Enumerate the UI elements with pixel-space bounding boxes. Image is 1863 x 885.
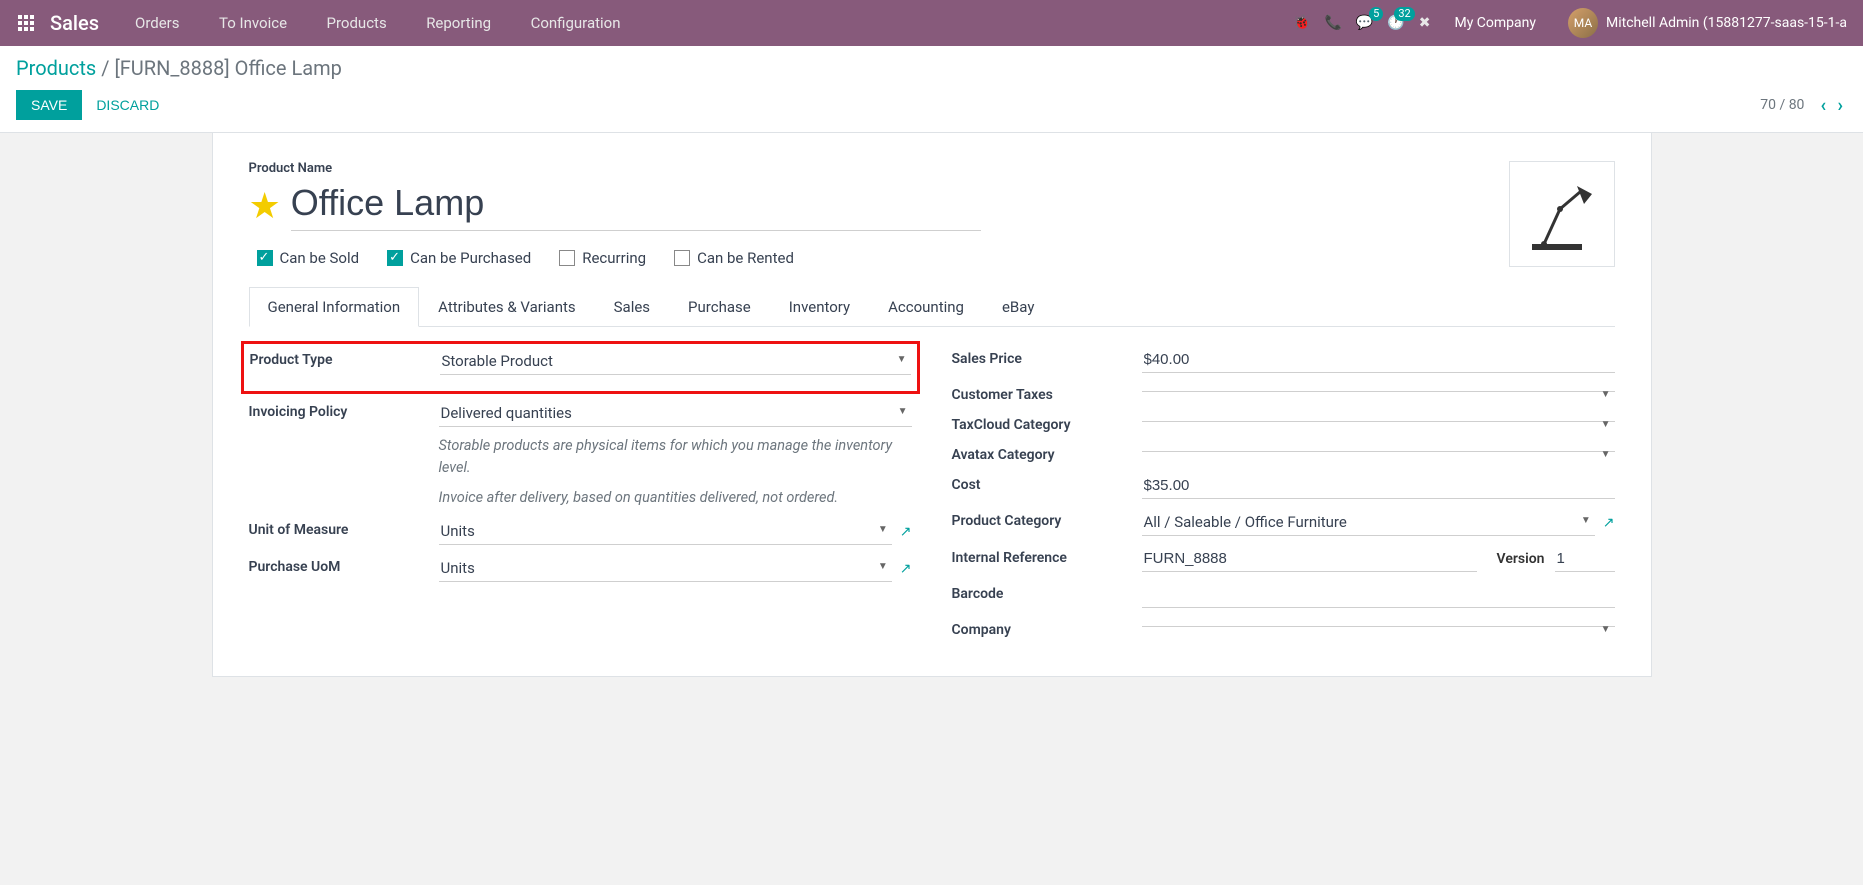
highlight-annotation: Product Type Storable Product▼ bbox=[241, 341, 920, 394]
right-column: Sales Price Customer Taxes ▼ TaxCloud Ca… bbox=[952, 347, 1615, 648]
company-selector[interactable]: My Company bbox=[1444, 15, 1546, 31]
tab-accounting[interactable]: Accounting bbox=[869, 287, 983, 326]
pager: 70 / 80 ‹ › bbox=[1760, 95, 1847, 116]
notebook-tabs: General Information Attributes & Variant… bbox=[249, 287, 1615, 327]
form-sheet: Product Name ★ Can be Sold Can be Purcha… bbox=[212, 133, 1652, 677]
tab-ebay[interactable]: eBay bbox=[983, 287, 1053, 326]
tab-sales[interactable]: Sales bbox=[595, 287, 669, 326]
company-select[interactable]: ▼ bbox=[1142, 618, 1615, 627]
avatax-select[interactable]: ▼ bbox=[1142, 443, 1615, 452]
barcode-input[interactable] bbox=[1142, 582, 1615, 608]
main-menu: Orders To Invoice Products Reporting Con… bbox=[117, 14, 639, 32]
chevron-down-icon: ▼ bbox=[1601, 389, 1611, 400]
user-avatar-icon: MA bbox=[1568, 8, 1598, 38]
lamp-icon bbox=[1522, 174, 1602, 254]
left-column: Product Type Storable Product▼ Invoicing… bbox=[249, 347, 912, 648]
menu-configuration[interactable]: Configuration bbox=[513, 14, 639, 32]
product-type-help: Storable products are physical items for… bbox=[439, 435, 912, 479]
save-button[interactable]: SAVE bbox=[16, 90, 82, 120]
menu-reporting[interactable]: Reporting bbox=[408, 14, 509, 32]
uom-select[interactable]: Units▼ bbox=[439, 518, 892, 545]
product-name-input[interactable] bbox=[291, 180, 981, 231]
activities-badge: 32 bbox=[1394, 7, 1414, 21]
version-input[interactable] bbox=[1555, 546, 1615, 572]
product-name-label: Product Name bbox=[249, 161, 1489, 176]
invoicing-policy-help: Invoice after delivery, based on quantit… bbox=[439, 487, 912, 509]
tools-icon[interactable]: ✖ bbox=[1419, 15, 1431, 31]
control-panel: Products / [FURN_8888] Office Lamp SAVE … bbox=[0, 46, 1863, 133]
cost-input[interactable] bbox=[1142, 473, 1615, 499]
category-external-link-icon[interactable]: ↗ bbox=[1603, 515, 1615, 531]
uom-label: Unit of Measure bbox=[249, 518, 439, 538]
tab-purchase[interactable]: Purchase bbox=[669, 287, 770, 326]
internal-ref-label: Internal Reference bbox=[952, 546, 1142, 566]
menu-orders[interactable]: Orders bbox=[117, 14, 198, 32]
menu-products[interactable]: Products bbox=[309, 14, 405, 32]
breadcrumb: Products / [FURN_8888] Office Lamp bbox=[16, 56, 1847, 80]
sales-price-label: Sales Price bbox=[952, 347, 1142, 367]
breadcrumb-parent[interactable]: Products bbox=[16, 56, 96, 80]
tab-general-information[interactable]: General Information bbox=[249, 287, 420, 327]
version-label: Version bbox=[1497, 551, 1545, 567]
activities-icon[interactable]: 🕐32 bbox=[1387, 15, 1404, 31]
can-be-sold-checkbox[interactable]: Can be Sold bbox=[257, 249, 360, 267]
avatax-label: Avatax Category bbox=[952, 443, 1142, 463]
messages-badge: 5 bbox=[1369, 7, 1383, 21]
favorite-star-icon[interactable]: ★ bbox=[249, 188, 281, 224]
breadcrumb-current: [FURN_8888] Office Lamp bbox=[114, 56, 341, 80]
category-label: Product Category bbox=[952, 509, 1142, 529]
apps-menu-icon[interactable] bbox=[8, 15, 44, 31]
chevron-down-icon: ▼ bbox=[1601, 449, 1611, 460]
tab-inventory[interactable]: Inventory bbox=[770, 287, 869, 326]
user-menu[interactable]: MA Mitchell Admin (15881277-saas-15-1-a bbox=[1560, 8, 1855, 38]
category-select[interactable]: All / Saleable / Office Furniture▼ bbox=[1142, 509, 1595, 536]
pager-text[interactable]: 70 / 80 bbox=[1760, 97, 1804, 113]
phone-icon[interactable]: 📞 bbox=[1324, 15, 1341, 31]
cost-label: Cost bbox=[952, 473, 1142, 493]
purchase-uom-external-link-icon[interactable]: ↗ bbox=[900, 561, 912, 577]
company-field-label: Company bbox=[952, 618, 1142, 638]
product-type-select[interactable]: Storable Product▼ bbox=[440, 348, 911, 375]
product-type-label: Product Type bbox=[250, 348, 440, 368]
messages-icon[interactable]: 💬5 bbox=[1356, 15, 1373, 31]
chevron-down-icon: ▼ bbox=[1581, 515, 1591, 526]
chevron-down-icon: ▼ bbox=[1601, 419, 1611, 430]
taxcloud-select[interactable]: ▼ bbox=[1142, 413, 1615, 422]
top-navbar: Sales Orders To Invoice Products Reporti… bbox=[0, 0, 1863, 46]
user-name: Mitchell Admin (15881277-saas-15-1-a bbox=[1606, 15, 1847, 31]
invoicing-policy-label: Invoicing Policy bbox=[249, 400, 439, 420]
pager-next-icon[interactable]: › bbox=[1834, 95, 1847, 116]
chevron-down-icon: ▼ bbox=[878, 561, 888, 572]
product-image[interactable] bbox=[1509, 161, 1615, 267]
recurring-checkbox[interactable]: Recurring bbox=[559, 249, 646, 267]
uom-external-link-icon[interactable]: ↗ bbox=[900, 524, 912, 540]
chevron-down-icon: ▼ bbox=[898, 406, 908, 417]
pager-prev-icon[interactable]: ‹ bbox=[1816, 95, 1830, 116]
app-brand[interactable]: Sales bbox=[44, 11, 117, 35]
can-be-rented-checkbox[interactable]: Can be Rented bbox=[674, 249, 794, 267]
taxcloud-label: TaxCloud Category bbox=[952, 413, 1142, 433]
invoicing-policy-select[interactable]: Delivered quantities▼ bbox=[439, 400, 912, 427]
chevron-down-icon: ▼ bbox=[1601, 624, 1611, 635]
chevron-down-icon: ▼ bbox=[878, 524, 888, 535]
tab-attributes-variants[interactable]: Attributes & Variants bbox=[419, 287, 594, 326]
chevron-down-icon: ▼ bbox=[897, 354, 907, 365]
purchase-uom-label: Purchase UoM bbox=[249, 555, 439, 575]
discard-button[interactable]: DISCARD bbox=[82, 91, 173, 119]
internal-ref-input[interactable] bbox=[1142, 546, 1477, 572]
debug-icon[interactable]: 🐞 bbox=[1293, 15, 1310, 31]
barcode-label: Barcode bbox=[952, 582, 1142, 602]
can-be-purchased-checkbox[interactable]: Can be Purchased bbox=[387, 249, 531, 267]
customer-taxes-select[interactable]: ▼ bbox=[1142, 383, 1615, 392]
menu-to-invoice[interactable]: To Invoice bbox=[201, 14, 305, 32]
sales-price-input[interactable] bbox=[1142, 347, 1615, 373]
purchase-uom-select[interactable]: Units▼ bbox=[439, 555, 892, 582]
customer-taxes-label: Customer Taxes bbox=[952, 383, 1142, 403]
